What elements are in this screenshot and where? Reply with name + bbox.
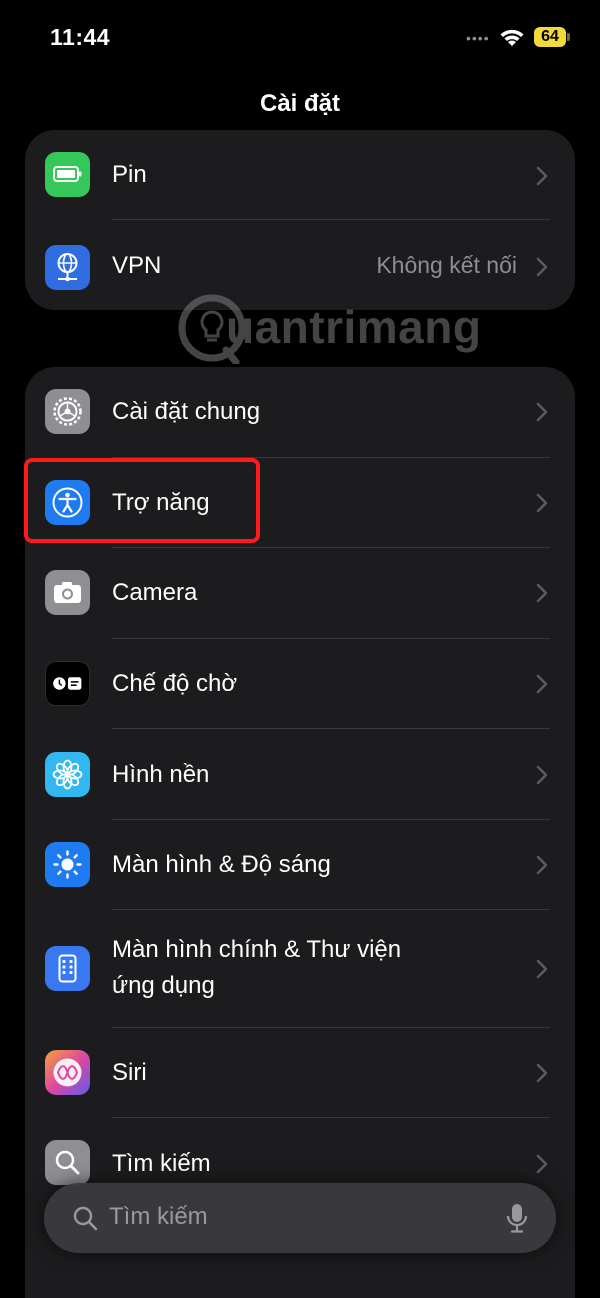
globe-network-icon — [45, 245, 90, 290]
search-placeholder: Tìm kiếm — [109, 1203, 208, 1230]
settings-group-1: Pin VPN Không kết nối — [25, 130, 575, 310]
chevron-right-icon — [536, 1063, 548, 1083]
settings-row-standby[interactable]: Chế độ chờ — [25, 639, 575, 729]
chevron-right-icon — [536, 166, 548, 186]
chevron-right-icon — [536, 1154, 548, 1174]
settings-row-general[interactable]: Cài đặt chung — [25, 367, 575, 458]
settings-row-home-screen[interactable]: Màn hình chính & Thư viện ứng dụng — [25, 910, 575, 1028]
vpn-status-value: Không kết nối — [376, 252, 517, 278]
chevron-right-icon — [536, 674, 548, 694]
battery-icon — [45, 152, 90, 197]
row-label: Pin — [112, 161, 147, 188]
row-label: Siri — [112, 1059, 147, 1086]
row-label: Màn hình & Độ sáng — [112, 851, 331, 878]
settings-row-display-brightness[interactable]: Màn hình & Độ sáng — [25, 820, 575, 910]
battery-level: 64 — [534, 27, 566, 47]
annotation-highlight-box — [24, 458, 260, 543]
row-label: Camera — [112, 579, 198, 606]
settings-row-siri[interactable]: Siri — [25, 1028, 575, 1118]
search-bar[interactable]: Tìm kiếm — [44, 1183, 556, 1253]
row-label: Cài đặt chung — [112, 398, 261, 425]
search-icon — [73, 1206, 98, 1231]
chevron-right-icon — [536, 765, 548, 785]
watermark-text: uantrimang — [226, 301, 482, 353]
row-label: Tìm kiếm — [112, 1150, 211, 1177]
page-title: Cài đặt — [259, 90, 340, 117]
camera-icon — [45, 570, 90, 615]
row-label: Hình nền — [112, 761, 210, 788]
settings-row-battery[interactable]: Pin — [25, 130, 575, 220]
search-icon — [45, 1140, 90, 1185]
gear-icon — [45, 389, 90, 434]
chevron-right-icon — [536, 402, 548, 422]
standby-icon — [45, 661, 90, 706]
cellular-signal-icon: •••• — [466, 30, 490, 46]
chevron-right-icon — [536, 959, 548, 979]
row-label: Màn hình chính & Thư viện — [112, 936, 402, 963]
settings-row-wallpaper[interactable]: Hình nền — [25, 729, 575, 820]
microphone-icon[interactable] — [506, 1202, 528, 1234]
row-label: VPN — [112, 252, 162, 279]
row-label: Chế độ chờ — [112, 670, 238, 697]
chevron-right-icon — [536, 583, 548, 603]
chevron-right-icon — [536, 855, 548, 875]
settings-row-camera[interactable]: Camera — [25, 548, 575, 639]
battery-nub — [567, 33, 570, 41]
watermark-logo: uantrimang — [178, 292, 523, 367]
wallpaper-flower-icon — [45, 752, 90, 797]
chevron-right-icon — [536, 493, 548, 513]
siri-icon — [45, 1050, 90, 1095]
status-time: 11:44 — [50, 24, 111, 50]
row-label-line2: ứng dụng — [112, 972, 215, 999]
status-bar: 11:44 •••• 64 — [0, 0, 600, 80]
brightness-icon — [45, 842, 90, 887]
chevron-right-icon — [536, 257, 548, 277]
home-screen-icon — [45, 946, 90, 991]
wifi-icon — [500, 29, 524, 46]
